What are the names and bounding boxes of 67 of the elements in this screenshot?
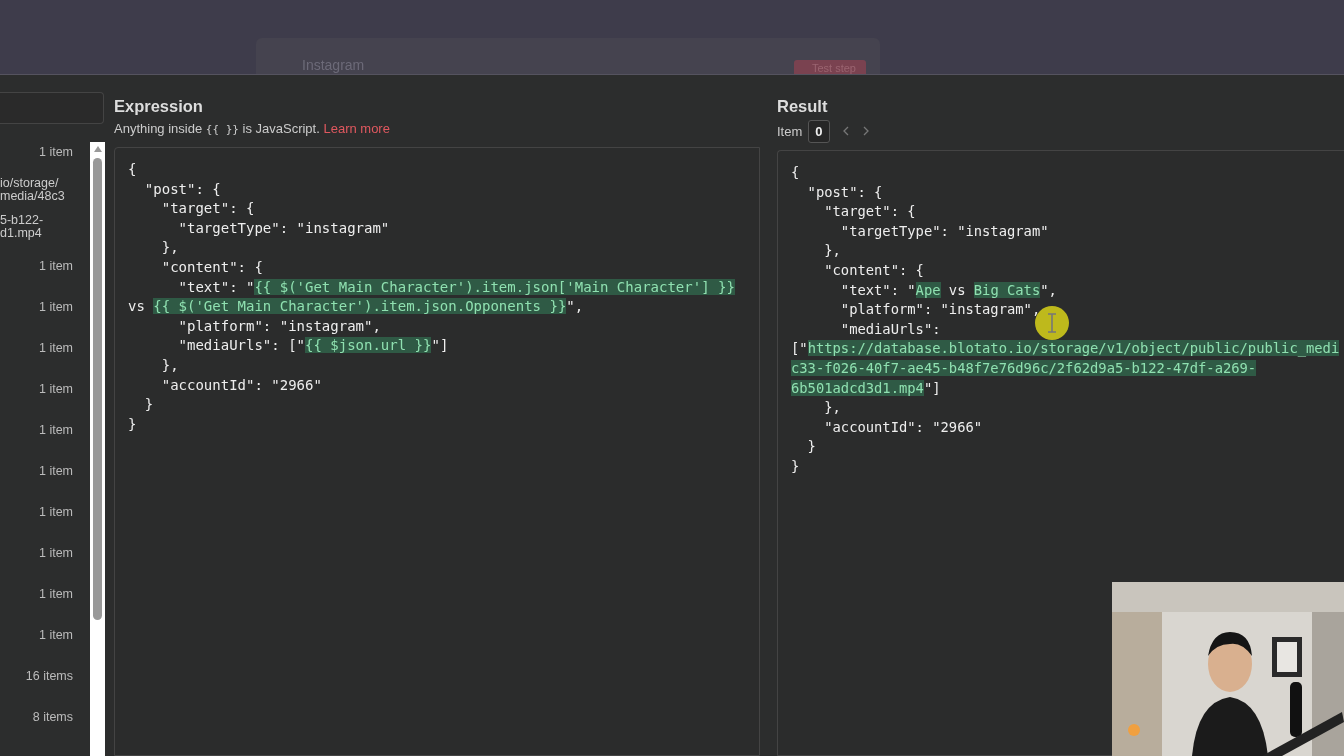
code-text: "mediaUrls": [" xyxy=(177,337,305,354)
code-text: "content": { xyxy=(160,258,263,275)
code-text: "accountId": "2966" xyxy=(823,418,983,435)
code-text: "platform": "instagram", xyxy=(839,301,1041,318)
code-text: ", xyxy=(1040,281,1057,298)
highlighted-code: {{ $json.url }} xyxy=(305,337,432,354)
code-text: "content": { xyxy=(823,261,924,278)
hint-text: Anything inside {{ }} is JavaScript. Learn more xyxy=(114,121,391,138)
code-text: vs xyxy=(947,281,967,298)
item-count: 1 item xyxy=(37,586,74,602)
code-text: "targetType": "instagram" xyxy=(177,219,390,236)
code-text: }, xyxy=(160,356,179,373)
scrollbar[interactable] xyxy=(90,142,105,756)
item-label: Item xyxy=(777,123,803,139)
highlighted-code: https://database.blotato.io/storage/v1/object/public/public_medi xyxy=(807,340,1340,357)
previous-icon[interactable] xyxy=(841,126,850,136)
item-count: 8 items xyxy=(31,709,74,725)
code-text: { xyxy=(128,161,137,177)
item-count: 1 item xyxy=(37,545,74,561)
item-count: 1 item xyxy=(37,258,74,274)
highlighted-code: c33-f026-40f7-ae45-b48f7e76d96c/2f62d9a5-b122-47df-a269- xyxy=(791,359,1257,376)
value-text: io/storage/ media/48c3 xyxy=(0,177,66,203)
code-text: "post": { xyxy=(806,183,883,200)
code-text: }, xyxy=(160,239,179,256)
next-icon[interactable] xyxy=(861,126,870,136)
item-count: 1 item xyxy=(37,504,74,520)
code-text: "accountId": "2966" xyxy=(160,376,322,393)
code-text: "text": " xyxy=(177,278,255,295)
code-text: }, xyxy=(823,242,841,259)
value-text: 5-b122- d1.mp4 xyxy=(0,214,45,240)
highlighted-code: Big Cats xyxy=(973,281,1041,298)
code-text: } xyxy=(128,415,137,432)
item-count: 1 item xyxy=(37,463,74,479)
code-text: [" xyxy=(791,340,808,357)
panel-title: Expression xyxy=(114,97,204,117)
input-field[interactable] xyxy=(0,92,104,124)
code-text: "post": { xyxy=(143,180,221,197)
item-field[interactable]: 0 xyxy=(808,119,830,143)
code-text: "target": { xyxy=(160,200,255,217)
panel-title: Result xyxy=(777,97,829,117)
code-text: } xyxy=(806,438,816,455)
code-text: }, xyxy=(823,399,841,416)
code-text: } xyxy=(791,457,800,474)
item-count: 1 item xyxy=(37,422,74,438)
code-text: "platform": "instagram", xyxy=(177,317,381,334)
item-count: 1 item xyxy=(37,627,74,643)
highlighted-code: 6b501adcd3d1.mp4 xyxy=(791,379,924,396)
code-text: ", xyxy=(566,298,584,315)
code-text: } xyxy=(143,396,154,413)
item-count: 1 item xyxy=(37,381,74,397)
code-text: "targetType": "instagram" xyxy=(839,222,1049,239)
code-text: "text": " xyxy=(839,281,916,298)
learn-more-link[interactable]: Learn more xyxy=(323,121,390,136)
item-count: 1 item xyxy=(37,299,74,315)
code-text: "] xyxy=(923,379,941,396)
scroll-up-icon[interactable] xyxy=(92,145,103,153)
highlighted-code: Ape xyxy=(915,281,941,298)
item-count: 1 item xyxy=(37,144,74,160)
code-text: vs xyxy=(128,298,146,315)
item-count: 16 items xyxy=(24,668,74,684)
code-text: "mediaUrls": xyxy=(839,320,941,337)
item-count: 1 item xyxy=(37,340,74,356)
code-text: "] xyxy=(431,337,449,354)
highlighted-code: {{ $('Get Main Character').item.json['Main Character'] }} xyxy=(254,278,735,295)
highlighted-code: {{ $('Get Main Character').item.json.Opponents }} xyxy=(153,298,567,315)
code-text: { xyxy=(791,164,800,180)
code-text: "target": { xyxy=(823,203,916,220)
